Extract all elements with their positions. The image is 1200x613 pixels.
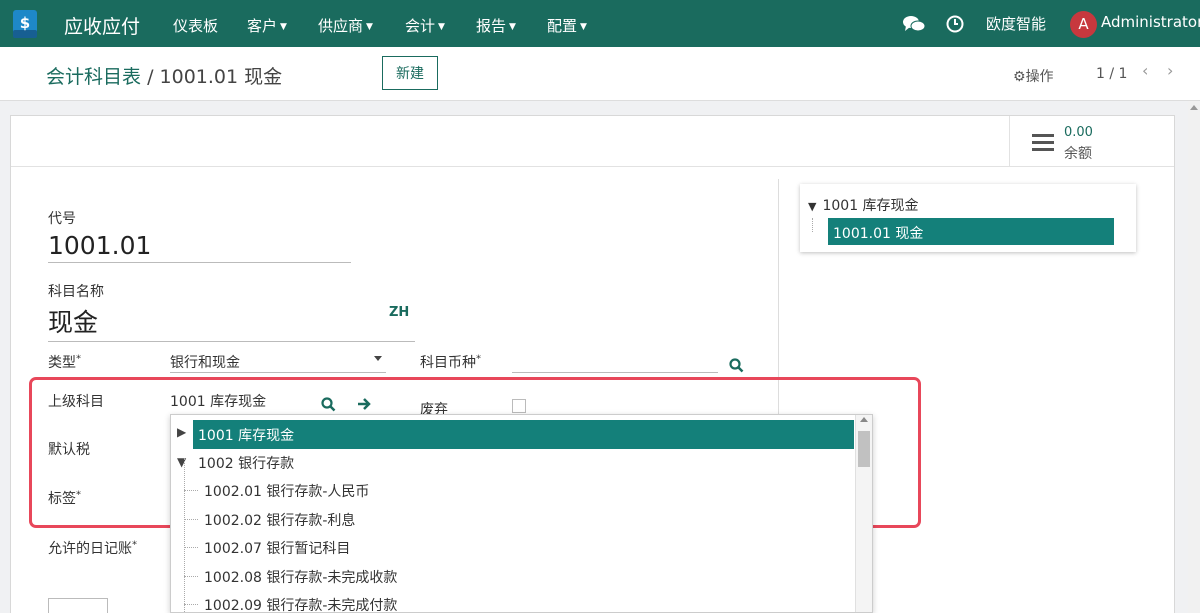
dropdown-item[interactable]: 1002.08 银行存款-未完成收款 bbox=[171, 562, 855, 591]
code-input[interactable]: 1001.01 bbox=[48, 231, 351, 263]
menu-customers[interactable]: 客户 ▼ bbox=[247, 15, 287, 36]
chevron-down-icon: ▼ bbox=[808, 200, 817, 213]
menu-label: 供应商 bbox=[318, 17, 364, 35]
required-mark: * bbox=[76, 353, 81, 365]
dropdown-item[interactable]: 1001 库存现金 bbox=[193, 420, 854, 449]
caret-down-icon: ▼ bbox=[366, 22, 373, 32]
pager-value[interactable]: 1 / 1 bbox=[1096, 66, 1127, 82]
chevron-right-icon[interactable]: ▶ bbox=[177, 425, 186, 439]
actions-menu[interactable]: ⚙操作 bbox=[1013, 66, 1054, 86]
currency-label: 科目币种* bbox=[420, 352, 481, 372]
balance-value: 0.00 bbox=[1064, 125, 1093, 140]
svg-text:$: $ bbox=[20, 14, 30, 32]
type-label: 类型* bbox=[48, 352, 81, 372]
tree-connector bbox=[184, 490, 198, 491]
menu-label: 报告 bbox=[476, 17, 507, 35]
breadcrumb-separator: / bbox=[147, 66, 154, 88]
app-name[interactable]: 应收应付 bbox=[64, 12, 140, 39]
menu-label: 配置 bbox=[547, 17, 578, 35]
tree-connector bbox=[184, 604, 198, 605]
type-label-text: 类型 bbox=[48, 355, 76, 371]
currency-input[interactable] bbox=[512, 352, 718, 373]
balance-stat-button[interactable]: 0.00 余额 bbox=[1009, 116, 1174, 167]
app-logo-icon[interactable]: $ bbox=[10, 8, 40, 40]
new-button[interactable]: 新建 bbox=[382, 56, 438, 90]
top-navbar: $ 应收应付 仪表板 客户 ▼ 供应商 ▼ 会计 ▼ 报告 ▼ 配置 ▼ 欧度智能 A A… bbox=[0, 0, 1200, 47]
user-menu[interactable]: Administrator bbox=[1101, 13, 1200, 31]
scroll-thumb[interactable] bbox=[858, 431, 870, 467]
breadcrumb-parent-link[interactable]: 会计科目表 bbox=[46, 66, 141, 88]
menu-accounting[interactable]: 会计 ▼ bbox=[405, 15, 445, 36]
actions-label: 操作 bbox=[1025, 69, 1054, 85]
button-box: 0.00 余额 bbox=[11, 116, 1174, 167]
menu-label: 会计 bbox=[405, 17, 436, 35]
menu-reports[interactable]: 报告 ▼ bbox=[476, 15, 516, 36]
account-name-input[interactable]: 现金 bbox=[48, 303, 415, 342]
bars-icon bbox=[1032, 134, 1054, 151]
dropdown-scrollbar[interactable] bbox=[855, 415, 872, 612]
dropdown-item[interactable]: 1002.07 银行暂记科目 bbox=[171, 533, 855, 562]
allowed-journals-label: 允许的日记账* bbox=[48, 538, 137, 558]
dropdown-item-label: 1002.09 银行存款-未完成付款 bbox=[204, 598, 398, 613]
caret-down-icon: ▼ bbox=[509, 22, 516, 32]
dropdown-item-label: 1002 银行存款 bbox=[198, 456, 295, 472]
chevron-left-icon[interactable]: ‹ bbox=[1142, 61, 1148, 80]
type-select[interactable]: 银行和现金 bbox=[170, 352, 386, 373]
tree-connector bbox=[184, 519, 198, 520]
tree-connector bbox=[184, 576, 198, 577]
caret-down-icon bbox=[374, 356, 382, 361]
tree-root-node[interactable]: ▼ 1001 库存现金 bbox=[808, 195, 919, 215]
code-label: 代号 bbox=[48, 211, 76, 227]
menu-label: 客户 bbox=[247, 17, 278, 35]
breadcrumb: 会计科目表 / 1001.01 现金 bbox=[46, 62, 282, 89]
language-button[interactable]: ZH bbox=[389, 305, 409, 320]
breadcrumb-current: 1001.01 现金 bbox=[159, 66, 283, 88]
gear-icon: ⚙ bbox=[1013, 69, 1026, 85]
tree-connector bbox=[184, 547, 198, 548]
menu-label: 仪表板 bbox=[173, 17, 219, 35]
caret-down-icon: ▼ bbox=[580, 22, 587, 32]
dropdown-item-label: 1002.01 银行存款-人民币 bbox=[204, 484, 370, 500]
dropdown-item-label: 1001 库存现金 bbox=[198, 428, 295, 444]
tree-connector bbox=[812, 218, 813, 232]
dropdown-item-label: 1002.02 银行存款-利息 bbox=[204, 513, 356, 529]
parent-account-dropdown: 1001 库存现金 ▶ ▼ 1002 银行存款 1002.01 银行存款-人民币… bbox=[170, 414, 873, 613]
avatar[interactable]: A bbox=[1070, 11, 1097, 38]
dropdown-item[interactable]: ▼ 1002 银行存款 bbox=[171, 448, 855, 477]
currency-label-text: 科目币种 bbox=[420, 355, 476, 371]
menu-vendors[interactable]: 供应商 ▼ bbox=[318, 15, 373, 36]
dropdown-item[interactable]: 1002.02 银行存款-利息 bbox=[171, 505, 855, 534]
dropdown-item-label: 1002.08 银行存款-未完成收款 bbox=[204, 570, 398, 586]
menu-configuration[interactable]: 配置 ▼ bbox=[547, 15, 587, 36]
scroll-up-arrow-icon[interactable] bbox=[1190, 105, 1198, 110]
required-mark: * bbox=[132, 539, 137, 551]
account-name-label: 科目名称 bbox=[48, 284, 104, 300]
dropdown-item[interactable]: 1002.01 银行存款-人民币 bbox=[171, 476, 855, 505]
caret-down-icon: ▼ bbox=[438, 22, 445, 32]
caret-down-icon: ▼ bbox=[280, 22, 287, 32]
menu-dashboard[interactable]: 仪表板 bbox=[173, 15, 218, 36]
chat-icon[interactable] bbox=[903, 15, 925, 33]
chevron-right-icon[interactable]: › bbox=[1167, 61, 1173, 80]
scroll-up-arrow-icon[interactable] bbox=[860, 417, 868, 422]
partial-button[interactable] bbox=[48, 598, 108, 613]
tree-root-label: 1001 库存现金 bbox=[822, 198, 919, 214]
dropdown-item-label: 1002.07 银行暂记科目 bbox=[204, 541, 351, 557]
dropdown-item[interactable]: 1002.09 银行存款-未完成付款 bbox=[171, 590, 855, 613]
page-scrollbar[interactable] bbox=[1188, 101, 1200, 613]
company-switcher[interactable]: 欧度智能 bbox=[986, 13, 1046, 34]
clock-icon[interactable] bbox=[946, 15, 964, 33]
required-mark: * bbox=[476, 353, 481, 365]
journals-label-text: 允许的日记账 bbox=[48, 541, 132, 557]
tree-selected-node[interactable]: 1001.01 现金 bbox=[828, 218, 1114, 245]
control-panel: 会计科目表 / 1001.01 现金 新建 ⚙操作 1 / 1 ‹ › bbox=[0, 47, 1200, 101]
balance-label: 余额 bbox=[1064, 146, 1092, 162]
search-icon[interactable] bbox=[729, 358, 744, 373]
